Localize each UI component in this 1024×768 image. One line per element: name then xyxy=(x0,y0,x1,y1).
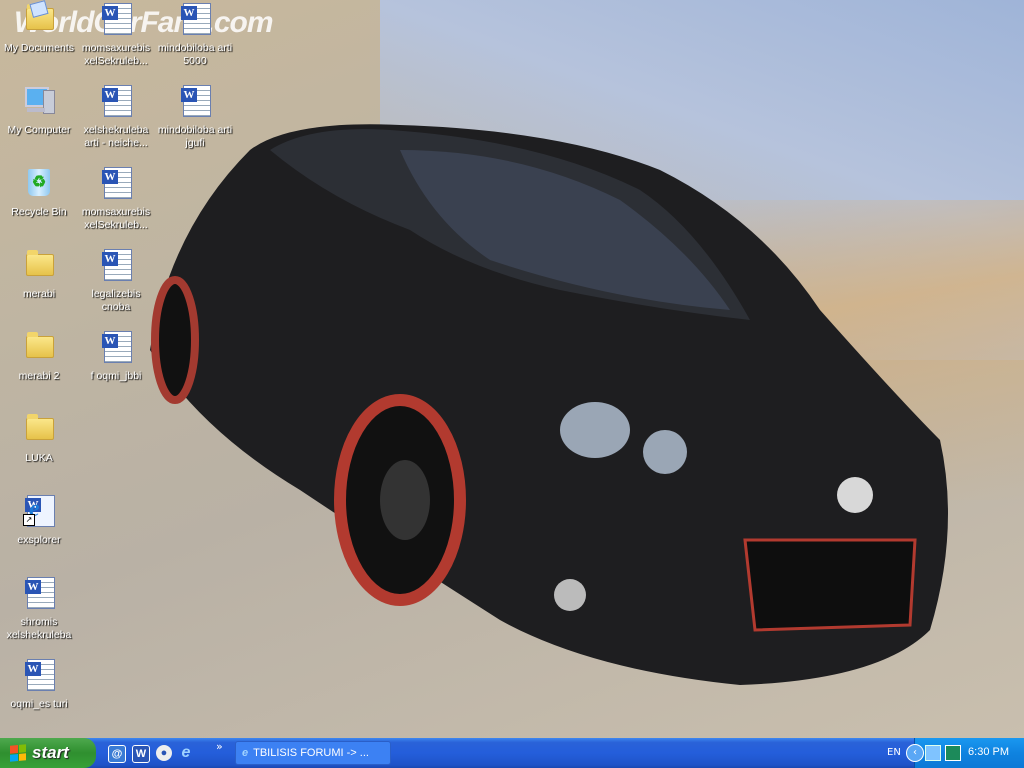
windows-logo-icon xyxy=(10,744,26,762)
desktop-icon-label: merabi xyxy=(22,288,56,300)
folder-icon xyxy=(23,330,55,362)
desktop-icon-doc[interactable]: oqmi_es turi xyxy=(1,658,77,711)
taskbar: start @ W ● e » e TBILISIS FORUMI -> ...… xyxy=(0,738,1024,768)
word-document-icon xyxy=(23,576,55,609)
clock[interactable]: 6:30 PM xyxy=(968,746,1009,758)
desktop-icon-doc[interactable]: shromis xelshekruleba xyxy=(1,576,77,642)
my-computer-icon xyxy=(23,84,55,116)
folder-icon xyxy=(23,412,55,444)
desktop-icon-label: exsplorer xyxy=(17,534,61,546)
desktop-icon-label: LUKA xyxy=(25,452,53,464)
system-tray: ‹ 6:30 PM xyxy=(906,738,1024,768)
taskbar-task-tbilisis-forumi[interactable]: e TBILISIS FORUMI -> ... xyxy=(235,741,391,765)
desktop-icon-label: My Documents xyxy=(3,42,75,54)
desktop-icon-mydocs[interactable]: My Documents xyxy=(1,0,77,55)
word-document-icon xyxy=(100,330,132,363)
word-document-icon xyxy=(179,2,211,35)
network-icon[interactable] xyxy=(925,745,941,761)
desktop-icon-label: xelshekruleba arti - neiche... xyxy=(83,124,149,149)
desktop-icon-folder[interactable]: LUKA xyxy=(1,412,77,465)
desktop-icon-label: oqmi_es turi xyxy=(10,698,68,710)
wallpaper-car xyxy=(150,124,948,686)
ie-icon: e xyxy=(242,747,249,759)
desktop-icon-ie[interactable]: e↗ exsplorer xyxy=(1,494,77,547)
task-label: TBILISIS FORUMI -> ... xyxy=(253,747,369,759)
tray-app-icon[interactable] xyxy=(945,745,961,761)
quicklaunch-media-player-icon[interactable]: ● xyxy=(156,745,172,761)
desktop-icon-folder[interactable]: merabi xyxy=(1,248,77,301)
word-document-icon xyxy=(100,166,132,199)
desktop-icon-doc[interactable]: mindobiloba arti jgufi xyxy=(157,84,233,150)
quicklaunch-word-icon[interactable]: W xyxy=(132,745,150,763)
word-document-icon xyxy=(179,84,211,117)
word-document-icon xyxy=(100,84,132,117)
desktop-icon-label: mindobiloba arti 5000 xyxy=(157,42,233,67)
word-document-icon xyxy=(100,2,132,35)
desktop-icon-label: merabi 2 xyxy=(18,370,60,382)
recycle-bin-icon: ♻ xyxy=(23,166,55,198)
desktop-icon-computer[interactable]: My Computer xyxy=(1,84,77,137)
internet-explorer-shortcut-icon: e↗ xyxy=(23,494,55,527)
desktop-icon-folder[interactable]: merabi 2 xyxy=(1,330,77,383)
desktop-icon-doc[interactable]: mindobiloba arti 5000 xyxy=(157,2,233,68)
desktop-icon-doc[interactable]: momsaxurebis xelSekruleb... xyxy=(78,166,154,232)
desktop-icon-label: momsaxurebis xelSekruleb... xyxy=(81,206,151,231)
desktop: WorldCarFans.com My Documentsmomsaxurebi… xyxy=(0,0,1024,738)
desktop-icon-label: shromis xelshekruleba xyxy=(6,616,72,641)
desktop-icon-label: Recycle Bin xyxy=(11,206,67,218)
desktop-icon-label: mindobiloba arti jgufi xyxy=(157,124,233,149)
start-button[interactable]: start xyxy=(0,738,96,768)
quicklaunch-ie-icon[interactable]: e xyxy=(178,745,194,761)
quicklaunch-outlook-icon[interactable]: @ xyxy=(108,745,126,763)
folder-icon xyxy=(23,248,55,280)
start-label: start xyxy=(32,743,69,762)
desktop-icon-label: My Computer xyxy=(7,124,71,136)
desktop-icon-doc[interactable]: xelshekruleba arti - neiche... xyxy=(78,84,154,150)
language-indicator[interactable]: EN xyxy=(887,747,901,758)
word-document-icon xyxy=(100,248,132,281)
desktop-icon-doc[interactable]: legalizebis cnoba xyxy=(78,248,154,314)
desktop-icon-label: legalizebis cnoba xyxy=(91,288,141,313)
show-hidden-icons-button[interactable]: ‹ xyxy=(906,744,924,762)
quicklaunch-chevron[interactable]: » xyxy=(216,740,223,753)
my-documents-icon xyxy=(23,0,55,34)
desktop-icon-label: momsaxurebis xelSekruleb... xyxy=(81,42,151,67)
word-document-icon xyxy=(23,658,55,691)
desktop-icon-doc[interactable]: momsaxurebis xelSekruleb... xyxy=(78,2,154,68)
desktop-icon-label: f oqmi_jbbi xyxy=(90,370,142,382)
desktop-icon-recycle[interactable]: ♻ Recycle Bin xyxy=(1,166,77,219)
desktop-icon-doc[interactable]: f oqmi_jbbi xyxy=(78,330,154,383)
